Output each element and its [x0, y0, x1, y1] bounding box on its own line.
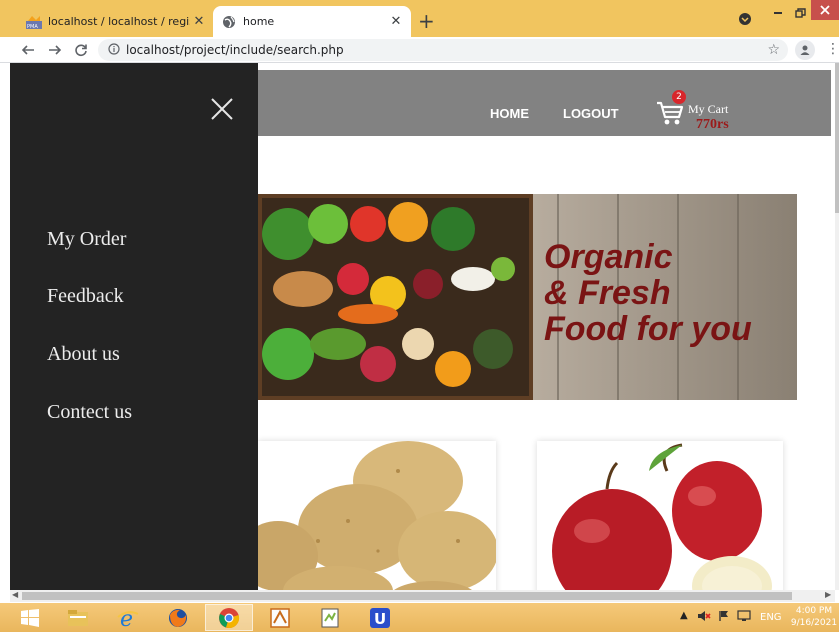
phpmyadmin-icon: PMA — [26, 14, 42, 30]
product-card-apple[interactable] — [537, 441, 783, 590]
cart-widget[interactable]: 2 My Cart 770rs — [656, 90, 756, 138]
product-card-potato[interactable] — [258, 441, 496, 590]
cart-count-badge: 2 — [672, 90, 686, 104]
internet-explorer-icon[interactable]: e — [104, 604, 152, 631]
account-icon[interactable] — [795, 40, 815, 60]
svg-text:U: U — [374, 610, 386, 628]
tab-title: home — [243, 15, 275, 28]
tab-title: localhost / localhost / register / s — [48, 15, 190, 28]
sidenav-item-contect-us[interactable]: Contect us — [47, 401, 132, 424]
url-text: localhost/project/include/search.php — [126, 43, 344, 57]
vertical-scroll-thumb[interactable] — [835, 63, 839, 213]
tab-phpmyadmin[interactable]: PMA localhost / localhost / register / s… — [18, 6, 214, 37]
windows-start-icon[interactable] — [10, 604, 50, 631]
forward-arrow-icon[interactable] — [45, 40, 65, 60]
notepad-plus-plus-icon[interactable] — [306, 604, 354, 631]
back-arrow-icon[interactable] — [18, 40, 38, 60]
chrome-icon[interactable] — [205, 604, 253, 631]
apple-image — [552, 443, 772, 590]
banner-slogan: Organic & Fresh Food for you — [544, 239, 752, 347]
banner-line: Organic — [544, 238, 673, 276]
system-clock[interactable]: 4:00 PM 9/16/2021 — [790, 605, 838, 629]
hero-banner: Organic & Fresh Food for you — [258, 194, 797, 400]
cart-label: My Cart — [688, 102, 729, 116]
sidenav-item-feedback[interactable]: Feedback — [47, 285, 124, 308]
horizontal-scroll-thumb[interactable] — [22, 592, 792, 600]
scroll-right-icon[interactable]: ▶ — [825, 590, 831, 599]
side-navigation: My Order Feedback About us Contect us — [10, 63, 258, 590]
xampp-icon[interactable] — [256, 604, 304, 631]
banner-line: Food for you — [544, 310, 752, 348]
new-tab-button[interactable]: + — [418, 9, 435, 33]
language-indicator[interactable]: ENG — [760, 612, 782, 623]
close-tab-icon[interactable]: ✕ — [387, 14, 405, 29]
taskbar: e U ▲ ENG 4:00 PM 9/16/2021 — [0, 603, 839, 632]
minimize-icon[interactable] — [767, 0, 789, 26]
globe-icon — [221, 14, 237, 30]
svg-text:PMA: PMA — [27, 24, 38, 29]
action-center-flag-icon[interactable] — [718, 610, 730, 625]
horizontal-scrollbar[interactable]: ◀ ▶ — [10, 590, 835, 602]
browser-toolbar: localhost/project/include/search.php ☆ ⋮ — [0, 37, 839, 63]
kebab-menu-icon[interactable]: ⋮ — [826, 41, 839, 57]
profile-dot-icon[interactable] — [736, 10, 754, 28]
nav-home-link[interactable]: HOME — [490, 106, 529, 121]
network-icon[interactable] — [737, 610, 751, 625]
scroll-left-icon[interactable]: ◀ — [12, 590, 18, 599]
close-window-icon[interactable] — [811, 0, 839, 20]
tab-home[interactable]: home ✕ — [213, 6, 411, 37]
file-explorer-icon[interactable] — [54, 604, 102, 631]
address-bar[interactable]: localhost/project/include/search.php ☆ — [98, 39, 788, 61]
uc-browser-icon[interactable]: U — [356, 604, 404, 631]
restore-icon[interactable] — [789, 0, 811, 26]
page-viewport: HOME LOGOUT 2 My Cart 770rs My Order Fee… — [10, 63, 835, 590]
info-icon[interactable] — [108, 42, 120, 58]
clock-time: 4:00 PM — [795, 606, 833, 616]
firefox-icon[interactable] — [154, 604, 202, 631]
volume-muted-icon[interactable] — [697, 610, 711, 625]
nav-logout-link[interactable]: LOGOUT — [563, 106, 619, 121]
sidenav-item-about-us[interactable]: About us — [47, 343, 120, 366]
cart-total: 770rs — [696, 117, 729, 132]
tray-expand-icon[interactable]: ▲ — [680, 610, 688, 621]
banner-line: & Fresh — [544, 274, 671, 312]
sidenav-item-my-order[interactable]: My Order — [47, 228, 126, 251]
bookmark-star-icon[interactable]: ☆ — [767, 42, 780, 58]
potato-image — [258, 441, 496, 590]
svg-text:e: e — [120, 607, 133, 629]
shopping-cart-icon[interactable] — [656, 100, 684, 130]
close-icon[interactable] — [210, 97, 234, 121]
close-tab-icon[interactable]: ✕ — [190, 14, 208, 29]
clock-date: 9/16/2021 — [790, 618, 838, 628]
reload-icon[interactable] — [71, 40, 91, 60]
tab-strip: PMA localhost / localhost / register / s… — [0, 0, 839, 37]
vertical-scrollbar[interactable] — [835, 63, 839, 590]
